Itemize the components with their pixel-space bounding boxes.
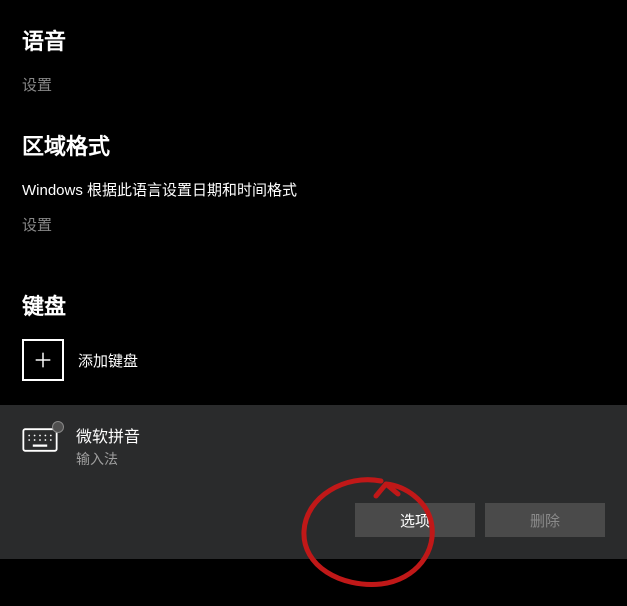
options-button[interactable]: 选项 [355,503,475,537]
keyboard-heading: 键盘 [22,289,605,321]
speech-heading: 语音 [22,24,605,56]
region-format-heading: 区域格式 [22,129,605,161]
region-format-description: Windows 根据此语言设置日期和时间格式 [22,179,605,200]
add-keyboard-button[interactable]: 添加键盘 [22,339,605,381]
plus-icon [22,339,64,381]
region-format-settings-link[interactable]: 设置 [22,214,52,235]
remove-button[interactable]: 删除 [485,503,605,537]
status-dot-icon [52,421,64,433]
ime-item[interactable]: 微软拼音 输入法 选项 删除 [0,405,627,559]
ime-name: 微软拼音 [76,423,140,447]
ime-subtitle: 输入法 [76,449,140,469]
speech-settings-link[interactable]: 设置 [22,74,52,95]
keyboard-icon [22,427,60,457]
add-keyboard-label: 添加键盘 [78,350,138,371]
